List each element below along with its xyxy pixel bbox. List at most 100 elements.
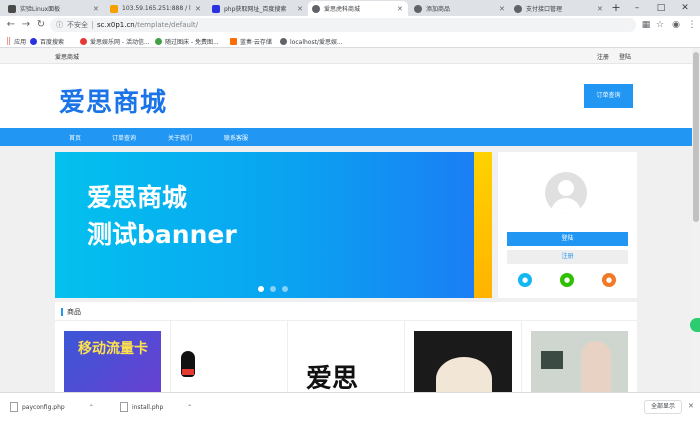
file-icon <box>10 402 18 412</box>
tab-label: 103.59.165.251:888 / loc <box>122 5 191 12</box>
globe-icon <box>514 4 522 13</box>
goods-caption: 移动流量卡 <box>78 341 148 357</box>
person-shape <box>581 341 611 392</box>
scrollbar-thumb[interactable] <box>693 52 699 222</box>
url-path: /template/default/ <box>134 21 199 29</box>
menu-icon[interactable]: ⋮ <box>686 19 698 31</box>
avatar <box>545 172 587 214</box>
minimize-button[interactable]: – <box>628 1 646 15</box>
profile-icon[interactable]: ◉ <box>670 19 682 31</box>
bookmark-label: 蓝奏·云存储 <box>240 38 272 46</box>
downloads-bar: payconfig.php ⌃ install.php ⌃ 全部显示 ✕ <box>0 392 700 421</box>
show-all-downloads-button[interactable]: 全部显示 <box>644 400 682 414</box>
tab-label: 实验Linux面板 <box>20 6 61 13</box>
tab-label: 支付接口管理 <box>526 6 563 13</box>
close-icon[interactable]: ✕ <box>688 402 694 410</box>
site-icon <box>155 37 162 45</box>
banner-title: 爱思商城 <box>87 183 188 212</box>
tab-baidu-search[interactable]: php获取网址_百度搜索 ✕ <box>208 1 308 16</box>
goods-card[interactable]: 爱思 <box>288 321 405 392</box>
goods-image[interactable] <box>531 331 628 392</box>
page-scrollbar[interactable] <box>692 48 700 392</box>
translate-icon[interactable]: ▦ <box>640 19 652 31</box>
maximize-button[interactable]: □ <box>652 1 670 15</box>
globe-icon <box>414 4 422 13</box>
banner-subtitle: 测试banner <box>87 220 237 249</box>
weibo-icon[interactable]: ● <box>602 273 616 287</box>
site-topbar: 爱思商城 注册 登陆 <box>0 48 692 64</box>
download-item[interactable]: install.php ⌃ <box>120 399 192 415</box>
bookmark-image-host[interactable]: 随过图床 - 免费图... <box>155 36 219 46</box>
nav-contact[interactable]: 联系客服 <box>224 133 248 142</box>
goods-image[interactable] <box>414 331 512 392</box>
chevron-up-icon[interactable]: ⌃ <box>187 404 192 411</box>
topbar-register-link[interactable]: 注册 <box>597 52 609 61</box>
tab-label: 添加商品 <box>426 6 451 13</box>
bookmark-localhost[interactable]: localhost/爱思娱... <box>280 36 343 46</box>
main-nav: 首页 订单查询 关于我们 联系客服 <box>0 128 692 146</box>
close-icon[interactable]: ✕ <box>297 5 304 13</box>
star-icon[interactable]: ☆ <box>654 19 666 31</box>
topbar-site-name: 爱思商城 <box>55 54 80 61</box>
avatar-body <box>551 198 581 214</box>
close-icon[interactable]: ✕ <box>397 5 404 13</box>
info-icon[interactable]: ⓘ <box>56 20 63 30</box>
goods-card[interactable] <box>522 321 637 392</box>
new-tab-button[interactable]: + <box>610 2 622 14</box>
nav-home[interactable]: 首页 <box>69 133 81 142</box>
insecure-label: 不安全 <box>67 21 88 29</box>
tab-shop[interactable]: 爱思虎科商城 ✕ <box>308 1 408 16</box>
site-header: 爱思商城 订单查询 <box>0 64 692 128</box>
close-icon[interactable]: ✕ <box>597 5 604 13</box>
tab-favicon-icon <box>8 4 16 13</box>
bookmark-lanzou[interactable]: 蓝奏·云存储 <box>230 36 272 46</box>
dog-face-shape <box>436 357 492 392</box>
banner-carousel[interactable]: 爱思商城 测试banner <box>55 152 492 298</box>
close-icon[interactable]: ✕ <box>195 5 202 13</box>
tab-linux-panel[interactable]: 实验Linux面板 ✕ <box>4 1 104 16</box>
tab-favicon-icon <box>212 4 220 13</box>
goods-image[interactable]: 移动流量卡 <box>64 331 161 392</box>
baidu-icon <box>30 37 37 45</box>
avatar-head <box>558 180 574 196</box>
tab-label: 爱思虎科商城 <box>324 6 361 13</box>
bookmark-apps[interactable]: ⣿ 应用 <box>6 36 26 46</box>
chevron-up-icon[interactable]: ⌃ <box>89 404 94 411</box>
nav-about[interactable]: 关于我们 <box>168 133 192 142</box>
order-query-button[interactable]: 订单查询 <box>584 84 633 108</box>
goods-card[interactable]: 移动流量卡 <box>55 321 171 392</box>
carousel-dot[interactable] <box>258 286 264 292</box>
close-icon[interactable]: ✕ <box>499 5 506 13</box>
globe-icon <box>280 37 287 45</box>
topbar-login-link[interactable]: 登陆 <box>619 52 631 61</box>
qq-icon[interactable]: ● <box>518 273 532 287</box>
close-icon[interactable]: ✕ <box>93 5 100 13</box>
bookmark-baidu[interactable]: 百度搜索 <box>30 36 64 46</box>
download-item[interactable]: payconfig.php ⌃ <box>10 399 94 415</box>
url-host: sc.x0p1.cn <box>97 21 135 29</box>
carousel-dot[interactable] <box>270 286 276 292</box>
carousel-dot[interactable] <box>282 286 288 292</box>
bookmark-aisi-ent[interactable]: 爱思娱乐网 - 活动信... <box>80 36 150 46</box>
bookmark-label: 应用 <box>14 38 27 46</box>
register-button[interactable]: 注册 <box>507 250 628 264</box>
bookmark-label: 爱思娱乐网 - 活动信... <box>90 38 150 46</box>
forward-arrow-icon[interactable]: → <box>20 19 32 31</box>
tab-server[interactable]: 103.59.165.251:888 / loc ✕ <box>106 1 206 16</box>
tab-payment[interactable]: 支付接口管理 ✕ <box>510 1 608 16</box>
tab-strip: 实验Linux面板 ✕ 103.59.165.251:888 / loc ✕ p… <box>0 0 700 16</box>
goods-card[interactable] <box>405 321 522 392</box>
scarf-shape <box>182 369 194 375</box>
goods-title: 商品 <box>61 308 81 316</box>
side-float-badge[interactable] <box>690 318 700 332</box>
nav-order-query[interactable]: 订单查询 <box>112 133 136 142</box>
site-logo[interactable]: 爱思商城 <box>59 82 167 119</box>
wechat-icon[interactable]: ● <box>560 273 574 287</box>
reload-icon[interactable]: ↻ <box>35 19 47 31</box>
login-button[interactable]: 登陆 <box>507 232 628 246</box>
address-bar[interactable]: ⓘ 不安全 sc.x0p1.cn/template/default/ <box>50 18 636 32</box>
tab-add-goods[interactable]: 添加商品 ✕ <box>410 1 510 16</box>
back-arrow-icon[interactable]: ← <box>5 19 17 31</box>
window-close-button[interactable]: ✕ <box>676 1 694 15</box>
goods-card[interactable] <box>171 321 288 392</box>
